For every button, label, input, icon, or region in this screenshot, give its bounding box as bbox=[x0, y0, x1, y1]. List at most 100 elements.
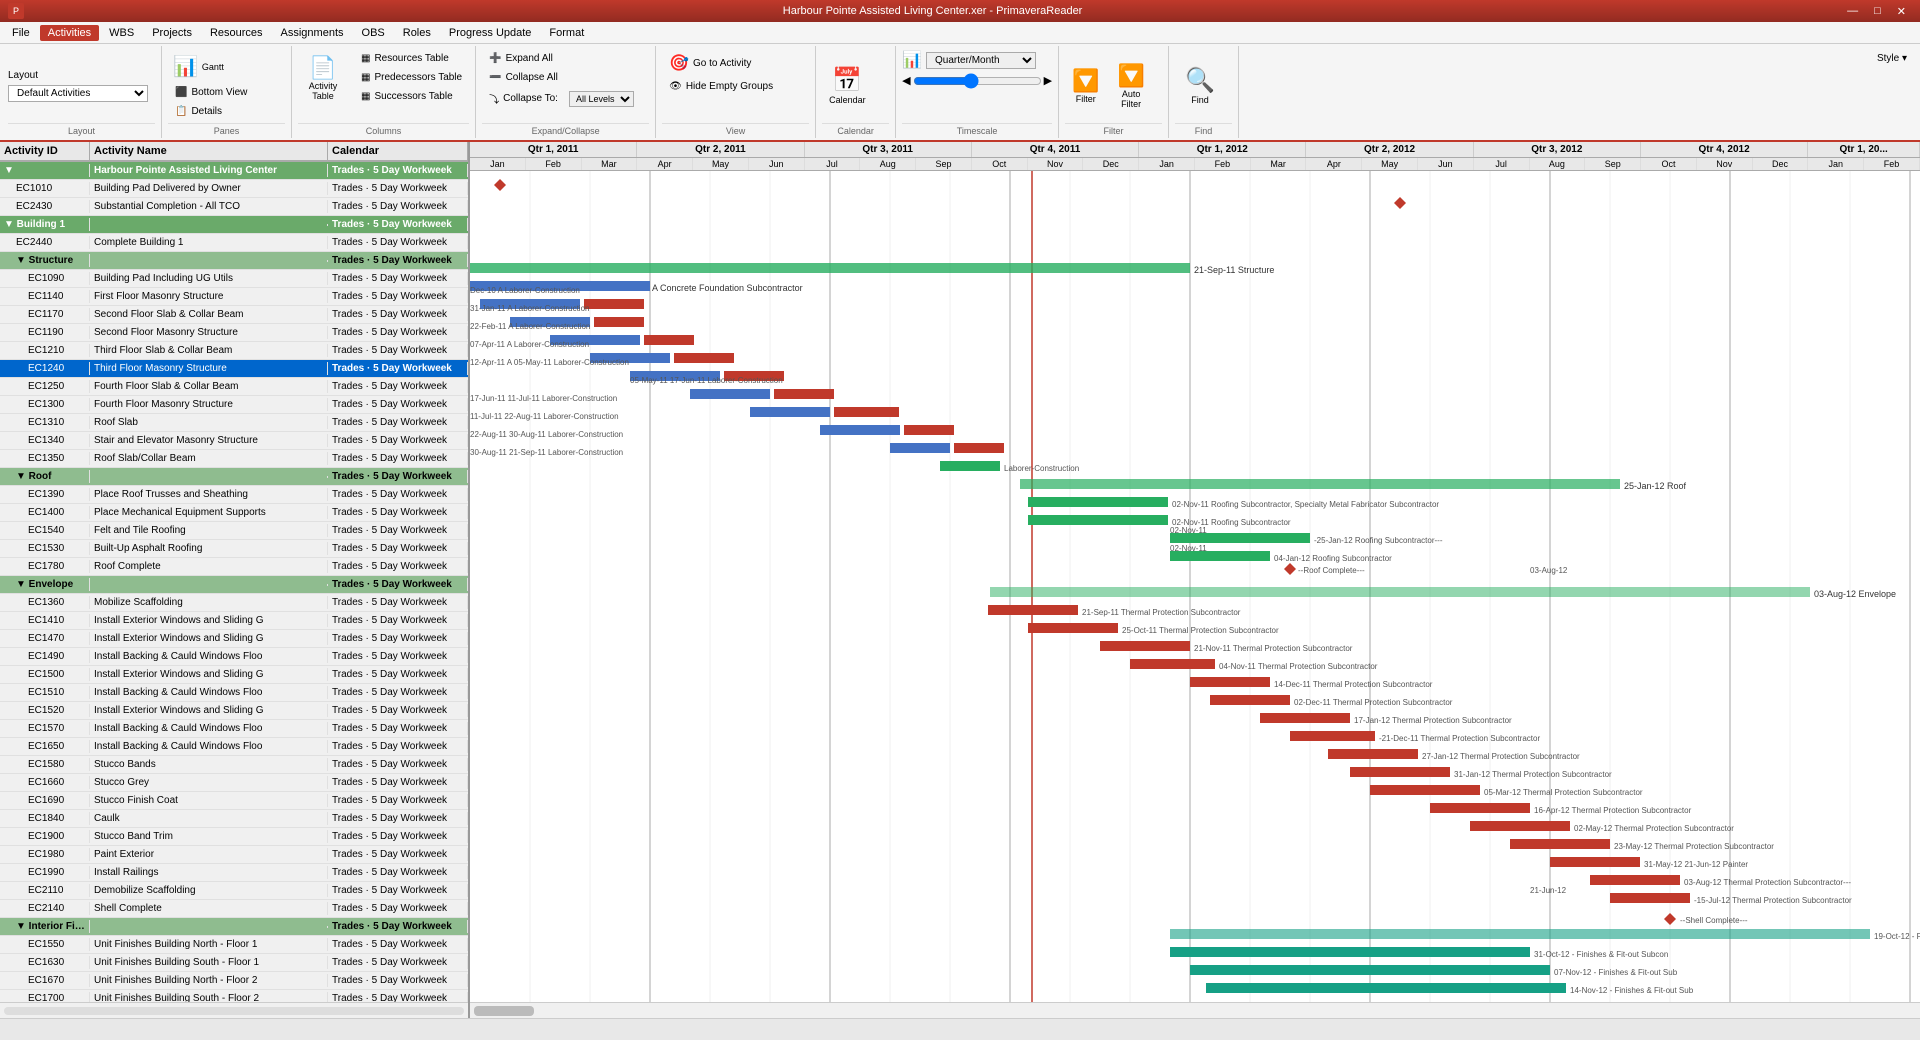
menu-projects[interactable]: Projects bbox=[144, 25, 200, 41]
table-row[interactable]: EC1780 Roof Complete Trades · 5 Day Work… bbox=[0, 558, 468, 576]
table-row[interactable]: EC1540 Felt and Tile Roofing Trades · 5 … bbox=[0, 522, 468, 540]
table-row[interactable]: EC1630 Unit Finishes Building South - Fl… bbox=[0, 954, 468, 972]
gantt-bar-ec1360 bbox=[988, 605, 1078, 615]
expand-all-btn[interactable]: ➕ Expand All bbox=[482, 50, 560, 67]
style-btn[interactable]: Style ▾ bbox=[1870, 50, 1914, 67]
col-header-cal[interactable]: Calendar bbox=[328, 142, 468, 160]
find-btn[interactable]: 🔍 Find bbox=[1175, 61, 1225, 110]
row-name: Roof Slab bbox=[90, 416, 328, 429]
menu-assignments[interactable]: Assignments bbox=[273, 25, 352, 41]
table-row[interactable]: ▼ Structure Trades · 5 Day Workweek bbox=[0, 252, 468, 270]
timescale-select[interactable]: Quarter/Month bbox=[926, 52, 1036, 69]
close-btn[interactable]: ✕ bbox=[1891, 5, 1912, 18]
menu-resources[interactable]: Resources bbox=[202, 25, 271, 41]
menu-progress-update[interactable]: Progress Update bbox=[441, 25, 540, 41]
gantt-icon: 📊 bbox=[173, 54, 198, 79]
bottom-view-btn[interactable]: ⬛ Bottom View bbox=[168, 84, 254, 101]
collapse-to-btn[interactable]: ⤵ Collapse To: bbox=[482, 88, 565, 109]
timescale-zoom-left-icon[interactable]: ◀ bbox=[902, 74, 910, 87]
menu-activities[interactable]: Activities bbox=[40, 25, 99, 41]
table-row[interactable]: EC2430 Substantial Completion - All TCO … bbox=[0, 198, 468, 216]
hscroll-gantt[interactable] bbox=[470, 1002, 1920, 1018]
layout-select[interactable]: Default Activities bbox=[8, 85, 148, 102]
table-row[interactable]: ▼ Envelope Trades · 5 Day Workweek bbox=[0, 576, 468, 594]
table-row[interactable]: EC1690 Stucco Finish Coat Trades · 5 Day… bbox=[0, 792, 468, 810]
table-row[interactable]: EC1490 Install Backing & Cauld Windows F… bbox=[0, 648, 468, 666]
auto-filter-btn[interactable]: 🔽 Auto Filter bbox=[1110, 58, 1151, 114]
filter-btn[interactable]: 🔽 Filter bbox=[1065, 63, 1106, 109]
table-row[interactable]: EC1310 Roof Slab Trades · 5 Day Workweek bbox=[0, 414, 468, 432]
table-row[interactable]: EC1410 Install Exterior Windows and Slid… bbox=[0, 612, 468, 630]
table-row[interactable]: EC1360 Mobilize Scaffolding Trades · 5 D… bbox=[0, 594, 468, 612]
table-row[interactable]: EC1990 Install Railings Trades · 5 Day W… bbox=[0, 864, 468, 882]
col-header-name[interactable]: Activity Name bbox=[90, 142, 328, 160]
table-row[interactable]: EC1190 Second Floor Masonry Structure Tr… bbox=[0, 324, 468, 342]
resources-table-btn[interactable]: ▦ Resources Table bbox=[354, 50, 469, 67]
table-row[interactable]: EC1170 Second Floor Slab & Collar Beam T… bbox=[0, 306, 468, 324]
table-row[interactable]: EC1670 Unit Finishes Building North - Fl… bbox=[0, 972, 468, 990]
timescale-zoom-right-icon[interactable]: ▶ bbox=[1044, 74, 1052, 87]
gantt-bar-ec2110 bbox=[1610, 893, 1690, 903]
go-to-activity-btn[interactable]: 🎯 Go to Activity bbox=[662, 50, 758, 76]
table-row[interactable]: EC2110 Demobilize Scaffolding Trades · 5… bbox=[0, 882, 468, 900]
table-row[interactable]: EC1390 Place Roof Trusses and Sheathing … bbox=[0, 486, 468, 504]
minimize-btn[interactable]: — bbox=[1841, 5, 1864, 18]
table-row[interactable]: EC1210 Third Floor Slab & Collar Beam Tr… bbox=[0, 342, 468, 360]
menu-roles[interactable]: Roles bbox=[395, 25, 439, 41]
table-row[interactable]: EC1350 Roof Slab/Collar Beam Trades · 5 … bbox=[0, 450, 468, 468]
activity-table-btn[interactable]: 📄 Activity Table bbox=[298, 50, 348, 106]
col-header-id[interactable]: Activity ID bbox=[0, 142, 90, 160]
table-row[interactable]: EC1300 Fourth Floor Masonry Structure Tr… bbox=[0, 396, 468, 414]
window-controls[interactable]: — □ ✕ bbox=[1841, 5, 1912, 18]
table-row[interactable]: EC1520 Install Exterior Windows and Slid… bbox=[0, 702, 468, 720]
table-row[interactable]: EC1470 Install Exterior Windows and Slid… bbox=[0, 630, 468, 648]
row-id: EC1340 bbox=[0, 434, 90, 447]
calendar-btn[interactable]: 📅 Calendar bbox=[822, 61, 873, 110]
selected-table-row[interactable]: EC1240 Third Floor Masonry Structure Tra… bbox=[0, 360, 468, 378]
table-row[interactable]: EC1900 Stucco Band Trim Trades · 5 Day W… bbox=[0, 828, 468, 846]
table-row[interactable]: EC1550 Unit Finishes Building North - Fl… bbox=[0, 936, 468, 954]
table-row[interactable]: ▼ Interior Finishes Trades · 5 Day Workw… bbox=[0, 918, 468, 936]
svg-text:05-Mar-12 Thermal Protection S: 05-Mar-12 Thermal Protection Subcontract… bbox=[1484, 788, 1643, 797]
table-row[interactable]: EC1500 Install Exterior Windows and Slid… bbox=[0, 666, 468, 684]
table-row[interactable]: EC1010 Building Pad Delivered by Owner T… bbox=[0, 180, 468, 198]
table-row[interactable]: EC1980 Paint Exterior Trades · 5 Day Wor… bbox=[0, 846, 468, 864]
table-row[interactable]: EC2440 Complete Building 1 Trades · 5 Da… bbox=[0, 234, 468, 252]
table-row[interactable]: EC1700 Unit Finishes Building South - Fl… bbox=[0, 990, 468, 1002]
table-row[interactable]: EC1660 Stucco Grey Trades · 5 Day Workwe… bbox=[0, 774, 468, 792]
table-row[interactable]: EC1090 Building Pad Including UG Utils T… bbox=[0, 270, 468, 288]
table-row[interactable]: EC1140 First Floor Masonry Structure Tra… bbox=[0, 288, 468, 306]
menu-file[interactable]: File bbox=[4, 25, 38, 41]
hide-empty-groups-btn[interactable]: 👁 Hide Empty Groups bbox=[662, 78, 780, 95]
table-row[interactable]: EC1840 Caulk Trades · 5 Day Workweek bbox=[0, 810, 468, 828]
table-row[interactable]: EC1530 Built-Up Asphalt Roofing Trades ·… bbox=[0, 540, 468, 558]
table-row[interactable]: ▼ Harbour Pointe Assisted Living Center … bbox=[0, 162, 468, 180]
hscroll-table[interactable] bbox=[0, 1002, 468, 1018]
table-row[interactable]: ▼ Building 1 Trades · 5 Day Workweek bbox=[0, 216, 468, 234]
menu-format[interactable]: Format bbox=[541, 25, 592, 41]
timescale-slider[interactable] bbox=[913, 77, 1042, 85]
table-row[interactable]: EC1510 Install Backing & Cauld Windows F… bbox=[0, 684, 468, 702]
table-row[interactable]: EC1340 Stair and Elevator Masonry Struct… bbox=[0, 432, 468, 450]
table-row[interactable]: ▼ Roof Trades · 5 Day Workweek bbox=[0, 468, 468, 486]
row-id: EC1350 bbox=[0, 452, 90, 465]
gantt-month: May bbox=[693, 158, 749, 170]
menu-wbs[interactable]: WBS bbox=[101, 25, 142, 41]
gantt-chart-scroll[interactable]: 21-Sep-11 Structure A Concrete Foundatio… bbox=[470, 171, 1920, 1002]
table-scroll[interactable]: ▼ Harbour Pointe Assisted Living Center … bbox=[0, 162, 468, 1002]
table-row[interactable]: EC1650 Install Backing & Cauld Windows F… bbox=[0, 738, 468, 756]
table-row[interactable]: EC1580 Stucco Bands Trades · 5 Day Workw… bbox=[0, 756, 468, 774]
menu-obs[interactable]: OBS bbox=[354, 25, 393, 41]
table-row[interactable]: EC1400 Place Mechanical Equipment Suppor… bbox=[0, 504, 468, 522]
gantt-btn[interactable]: 📊 Gantt bbox=[168, 51, 229, 82]
collapse-all-btn[interactable]: ➖ Collapse All bbox=[482, 69, 565, 86]
table-row[interactable]: EC1250 Fourth Floor Slab & Collar Beam T… bbox=[0, 378, 468, 396]
details-btn[interactable]: 📋 Details bbox=[168, 103, 229, 120]
row-id: EC1010 bbox=[0, 182, 90, 195]
table-row[interactable]: EC2140 Shell Complete Trades · 5 Day Wor… bbox=[0, 900, 468, 918]
collapse-level-select[interactable]: All Levels bbox=[569, 91, 634, 107]
predecessors-table-btn[interactable]: ▦ Predecessors Table bbox=[354, 69, 469, 86]
successors-table-btn[interactable]: ▦ Successors Table bbox=[354, 88, 469, 105]
maximize-btn[interactable]: □ bbox=[1868, 5, 1887, 18]
table-row[interactable]: EC1570 Install Backing & Cauld Windows F… bbox=[0, 720, 468, 738]
